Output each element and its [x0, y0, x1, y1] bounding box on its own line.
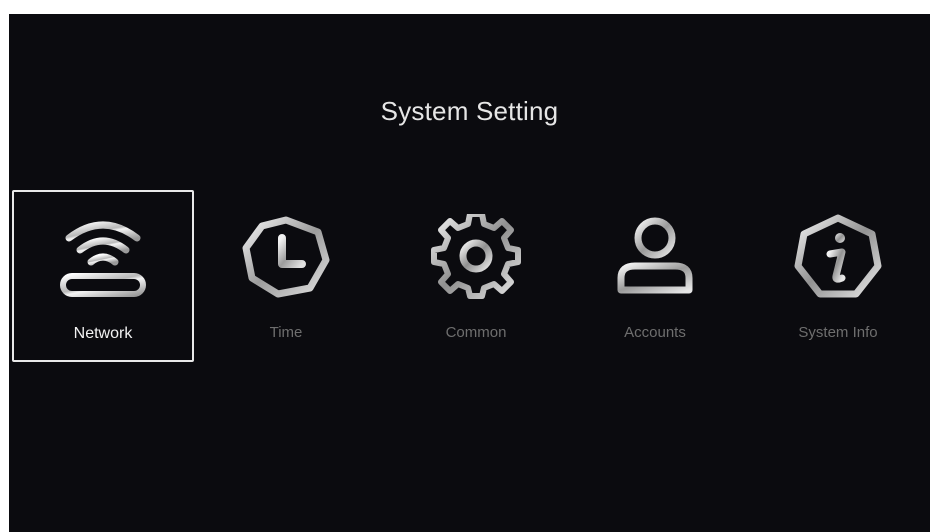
- menu-item-label: Time: [269, 324, 303, 341]
- menu-item-common[interactable]: Common: [385, 190, 567, 362]
- menu-item-label: Common: [445, 324, 507, 341]
- menu-item-system-info[interactable]: System Info: [747, 190, 929, 362]
- menu-item-accounts[interactable]: Accounts: [564, 190, 746, 362]
- menu-item-label: Accounts: [624, 324, 686, 341]
- gear-icon: [428, 214, 524, 300]
- user-icon: [607, 214, 703, 300]
- page-title: System Setting: [380, 96, 559, 126]
- clock-icon: [238, 214, 334, 300]
- menu-item-time[interactable]: Time: [195, 190, 377, 362]
- info-icon: [790, 214, 886, 300]
- menu-item-label: Network: [73, 325, 133, 342]
- system-setting-screen: System Setting Network Time Common Accou…: [9, 14, 930, 532]
- wifi-router-icon: [55, 216, 151, 302]
- menu-item-network[interactable]: Network: [12, 190, 194, 362]
- menu-item-label: System Info: [798, 324, 878, 341]
